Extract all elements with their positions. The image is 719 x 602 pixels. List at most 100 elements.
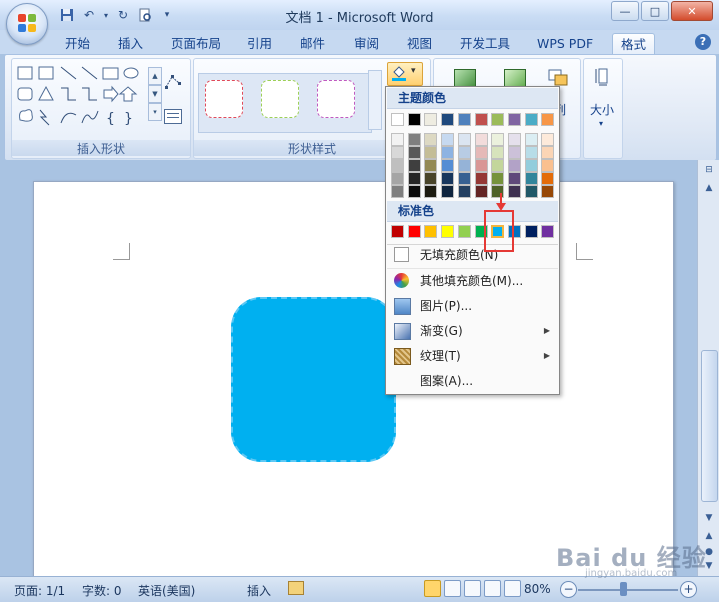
theme-color-swatch[interactable]	[424, 113, 438, 126]
theme-shade-swatch[interactable]	[474, 185, 488, 198]
insert-mode[interactable]: 插入	[247, 582, 271, 599]
texture-fill-option[interactable]: 纹理(T) ▶	[387, 344, 558, 368]
theme-shade-swatch[interactable]	[424, 133, 438, 146]
theme-shade-swatch[interactable]	[524, 146, 538, 159]
rounded-rectangle-shape[interactable]	[231, 297, 396, 462]
theme-shade-swatch[interactable]	[457, 159, 471, 172]
picture-fill-option[interactable]: 图片(P)...	[387, 294, 558, 318]
theme-color-swatch[interactable]	[441, 113, 455, 126]
theme-shade-swatch[interactable]	[541, 172, 555, 185]
theme-shade-swatch[interactable]	[541, 133, 555, 146]
help-icon[interactable]: ?	[695, 34, 711, 50]
theme-shade-swatch[interactable]	[457, 185, 471, 198]
theme-shade-swatch[interactable]	[541, 159, 555, 172]
theme-shade-swatch[interactable]	[524, 172, 538, 185]
theme-shade-swatch[interactable]	[424, 172, 438, 185]
outline-view-icon[interactable]	[484, 580, 501, 597]
shape-style-green[interactable]	[261, 80, 299, 118]
theme-shade-swatch[interactable]	[474, 159, 488, 172]
theme-color-swatch[interactable]	[491, 113, 505, 126]
tab-references[interactable]: 引用	[239, 33, 280, 54]
standard-color-swatch[interactable]	[407, 225, 421, 238]
text-box-icon[interactable]	[164, 109, 182, 124]
theme-shade-swatch[interactable]	[391, 185, 404, 198]
no-fill-option[interactable]: 无填充颜色(N)	[387, 243, 558, 267]
theme-shade-swatch[interactable]	[507, 133, 521, 146]
standard-color-swatch[interactable]	[457, 225, 471, 238]
theme-shade-swatch[interactable]	[407, 172, 421, 185]
scroll-down-icon[interactable]: ▼	[701, 510, 717, 526]
theme-shade-swatch[interactable]	[391, 172, 404, 185]
tab-home[interactable]: 开始	[57, 33, 98, 54]
theme-shade-swatch[interactable]	[391, 146, 404, 159]
theme-shade-swatch[interactable]	[474, 146, 488, 159]
pattern-fill-option[interactable]: 图案(A)...	[387, 369, 558, 393]
theme-shade-swatch[interactable]	[491, 159, 505, 172]
theme-color-swatch[interactable]	[541, 113, 555, 126]
standard-color-swatch[interactable]	[424, 225, 438, 238]
tab-view[interactable]: 视图	[399, 33, 440, 54]
theme-shade-swatch[interactable]	[507, 185, 521, 198]
draft-view-icon[interactable]	[504, 580, 521, 597]
theme-shade-swatch[interactable]	[491, 185, 505, 198]
tab-page-layout[interactable]: 页面布局	[163, 33, 229, 54]
more-fill-colors-option[interactable]: 其他填充颜色(M)...	[387, 269, 558, 293]
zoom-slider-track[interactable]	[578, 589, 678, 591]
shape-fill-dropdown-icon[interactable]: ▾	[411, 66, 416, 76]
tab-insert[interactable]: 插入	[110, 33, 151, 54]
office-button[interactable]	[6, 3, 48, 45]
styles-scroll[interactable]	[368, 70, 382, 130]
theme-shade-swatch[interactable]	[441, 146, 455, 159]
shape-fill-button[interactable]: ▾	[387, 62, 423, 86]
theme-shade-swatch[interactable]	[507, 172, 521, 185]
shapes-scroll-up[interactable]: ▲	[148, 67, 162, 85]
theme-shade-swatch[interactable]	[524, 159, 538, 172]
tab-review[interactable]: 审阅	[346, 33, 387, 54]
tab-mailings[interactable]: 邮件	[292, 33, 333, 54]
vertical-scrollbar[interactable]: ⊟ ▲ ▼ ▲ ● ▼	[697, 160, 719, 576]
theme-color-swatch[interactable]	[474, 113, 488, 126]
theme-shade-swatch[interactable]	[541, 185, 555, 198]
theme-shade-swatch[interactable]	[457, 172, 471, 185]
theme-shade-swatch[interactable]	[507, 146, 521, 159]
gradient-fill-option[interactable]: 渐变(G) ▶	[387, 319, 558, 343]
theme-shade-swatch[interactable]	[491, 172, 505, 185]
web-layout-view-icon[interactable]	[464, 580, 481, 597]
theme-shade-swatch[interactable]	[407, 159, 421, 172]
size-icon[interactable]	[593, 67, 613, 87]
standard-color-swatch[interactable]	[441, 225, 455, 238]
close-button[interactable]: ✕	[671, 1, 713, 21]
macro-record-icon[interactable]	[288, 581, 304, 595]
shape-style-red[interactable]	[205, 80, 243, 118]
shape-style-purple[interactable]	[317, 80, 355, 118]
standard-color-swatch[interactable]	[391, 225, 404, 238]
theme-shade-swatch[interactable]	[474, 133, 488, 146]
language-indicator[interactable]: 英语(美国)	[138, 582, 195, 599]
theme-shade-swatch[interactable]	[507, 159, 521, 172]
zoom-slider-thumb[interactable]	[620, 582, 627, 596]
theme-shade-swatch[interactable]	[407, 146, 421, 159]
size-label[interactable]: 大小	[590, 101, 614, 118]
theme-shade-swatch[interactable]	[457, 146, 471, 159]
theme-shade-swatch[interactable]	[441, 133, 455, 146]
theme-shade-swatch[interactable]	[424, 185, 438, 198]
theme-shade-swatch[interactable]	[491, 146, 505, 159]
tab-developer[interactable]: 开发工具	[452, 33, 518, 54]
standard-color-swatch[interactable]	[524, 225, 538, 238]
ruler-toggle-icon[interactable]: ⊟	[701, 162, 717, 178]
tab-wps-pdf[interactable]: WPS PDF	[529, 33, 601, 54]
theme-shade-swatch[interactable]	[524, 133, 538, 146]
zoom-level[interactable]: 80%	[524, 582, 551, 596]
print-layout-view-icon[interactable]	[424, 580, 441, 597]
shapes-gallery[interactable]: { }	[16, 65, 146, 127]
theme-shade-swatch[interactable]	[524, 185, 538, 198]
theme-shade-swatch[interactable]	[407, 133, 421, 146]
shapes-more-button[interactable]: ▾	[148, 103, 162, 121]
full-screen-reading-view-icon[interactable]	[444, 580, 461, 597]
theme-shade-swatch[interactable]	[541, 146, 555, 159]
scroll-thumb[interactable]	[701, 350, 718, 502]
scroll-up-icon[interactable]: ▲	[701, 180, 717, 196]
theme-shade-swatch[interactable]	[391, 133, 404, 146]
zoom-out-icon[interactable]: −	[560, 581, 577, 598]
theme-shade-swatch[interactable]	[424, 146, 438, 159]
